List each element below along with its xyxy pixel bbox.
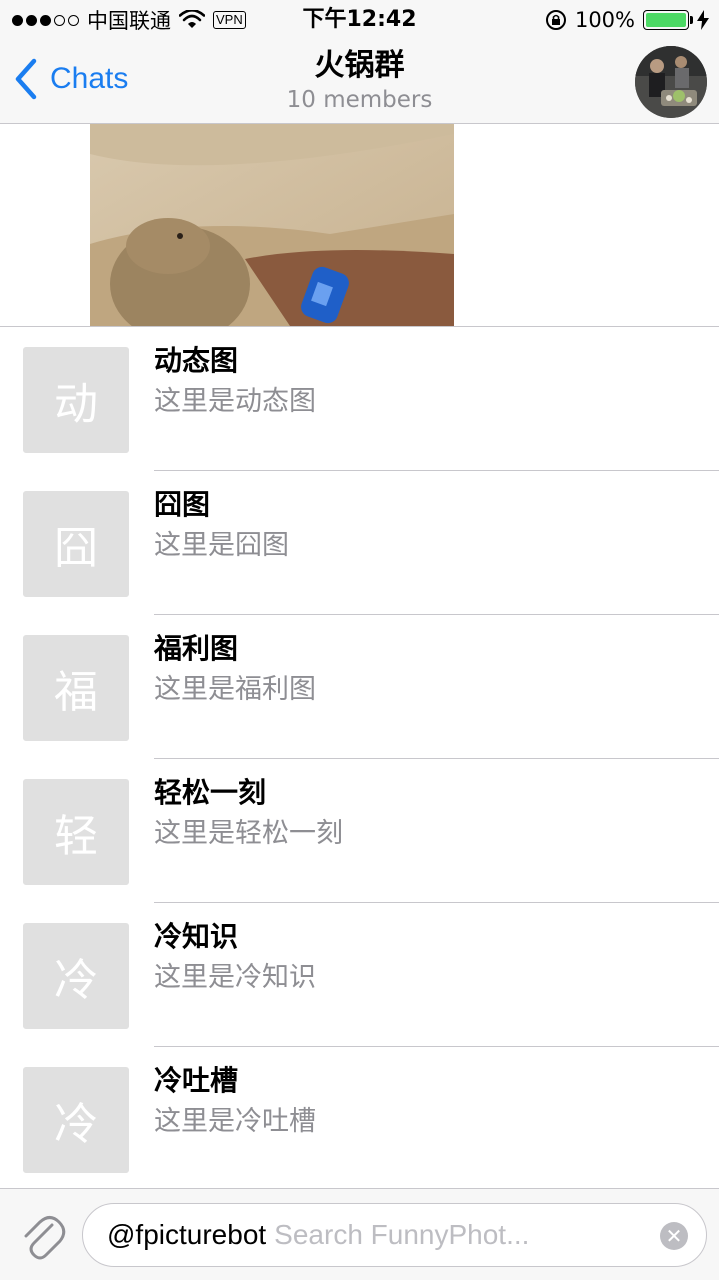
list-item[interactable]: 动 动态图 这里是动态图 (0, 327, 719, 471)
message-input-bar: @fpicturebot Search FunnyPhot... ✕ (0, 1188, 719, 1280)
thumbnail-letter: 轻 (54, 811, 98, 862)
result-description: 这里是轻松一刻 (154, 818, 343, 849)
nav-bar: Chats 火锅群 10 members (0, 40, 719, 124)
paperclip-icon (24, 1216, 66, 1260)
battery-fill (646, 13, 686, 27)
result-title: 福利图 (154, 632, 239, 665)
chevron-left-icon (15, 58, 37, 100)
result-thumbnail: 动 (23, 347, 129, 453)
result-title: 动态图 (154, 344, 239, 377)
input-text: @fpicturebot (107, 1219, 267, 1250)
thumbnail-letter: 冷 (54, 955, 98, 1006)
result-description: 这里是动态图 (154, 386, 316, 417)
bot-results-list: 动 动态图 这里是动态图 囧 囧图 这里是囧图 福 福利图 这里是福利图 轻 轻… (0, 327, 719, 1191)
input-placeholder: Search FunnyPhot... (274, 1219, 530, 1250)
close-icon: ✕ (665, 1224, 683, 1248)
result-thumbnail: 福 (23, 635, 129, 741)
thumbnail-letter: 福 (54, 667, 98, 718)
battery-percent: 100% (574, 8, 635, 32)
message-input[interactable]: @fpicturebot Search FunnyPhot... ✕ (82, 1203, 707, 1267)
member-count: 10 members (286, 87, 433, 113)
result-thumbnail: 冷 (23, 1067, 129, 1173)
result-description: 这里是囧图 (154, 530, 289, 561)
charging-bolt-icon (697, 10, 709, 30)
thumbnail-letter: 囧 (54, 523, 98, 574)
result-title: 轻松一刻 (154, 776, 267, 809)
battery-icon (643, 10, 693, 30)
result-title: 囧图 (154, 488, 211, 521)
result-thumbnail: 囧 (23, 491, 129, 597)
list-item[interactable]: 囧 囧图 这里是囧图 (0, 471, 719, 615)
status-right: 100% (545, 6, 709, 34)
list-item[interactable]: 轻 轻松一刻 这里是轻松一刻 (0, 759, 719, 903)
clear-input-button[interactable]: ✕ (660, 1222, 688, 1250)
result-title: 冷吐槽 (154, 1064, 239, 1097)
result-description: 这里是冷吐槽 (154, 1106, 316, 1137)
group-avatar[interactable] (635, 46, 707, 118)
status-bar: 中国联通 VPN 下午12:42 100% (0, 0, 719, 40)
list-item[interactable]: 冷 冷知识 这里是冷知识 (0, 903, 719, 1047)
thumbnail-letter: 动 (54, 379, 98, 430)
marmot-photo (90, 124, 454, 326)
list-item[interactable]: 冷 冷吐槽 这里是冷吐槽 (0, 1047, 719, 1191)
result-description: 这里是福利图 (154, 674, 316, 705)
result-description: 这里是冷知识 (154, 962, 316, 993)
thumbnail-letter: 冷 (54, 1099, 98, 1150)
gif-preview-image[interactable] (90, 124, 454, 326)
back-label: Chats (50, 62, 129, 95)
result-title: 冷知识 (154, 920, 239, 953)
back-button[interactable]: Chats (12, 56, 128, 102)
orientation-lock-icon (545, 10, 566, 30)
group-avatar-photo (635, 46, 707, 118)
result-thumbnail: 冷 (23, 923, 129, 1029)
chat-title: 火锅群 (314, 48, 405, 83)
result-thumbnail: 轻 (23, 779, 129, 885)
list-item[interactable]: 福 福利图 这里是福利图 (0, 615, 719, 759)
attach-button[interactable] (18, 1211, 66, 1261)
